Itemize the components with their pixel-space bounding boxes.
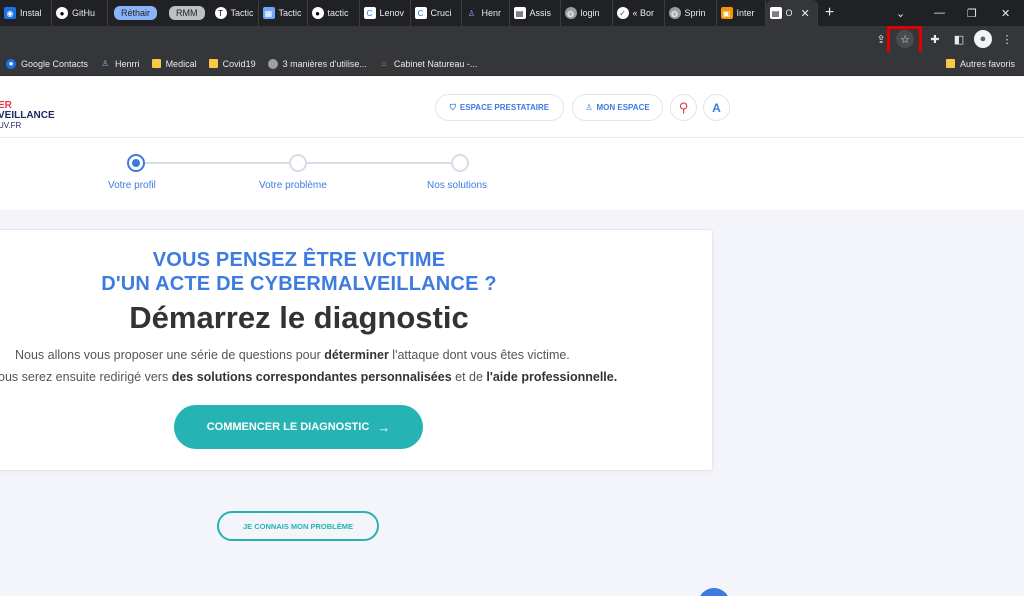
new-tab-button[interactable]: + xyxy=(818,4,842,22)
bookmark-item[interactable]: ● Google Contacts xyxy=(0,58,94,69)
close-tab-icon[interactable]: ✕ xyxy=(801,7,810,20)
tab-active[interactable]: ▤ O ✕ xyxy=(765,0,818,26)
tab[interactable]: ✓ « Bor xyxy=(613,0,665,26)
other-bookmarks-folder[interactable]: Autres favoris xyxy=(940,59,1021,69)
tab-search-icon[interactable]: ⌄ xyxy=(896,0,912,26)
tab[interactable]: C Lenov xyxy=(360,0,411,26)
my-space-button[interactable]: ♙ MON ESPACE xyxy=(572,94,663,121)
folder-icon xyxy=(208,59,218,68)
tab[interactable]: T Tactic xyxy=(211,0,259,26)
image-icon: ▣ xyxy=(720,7,733,19)
card-description-line1: Nous allons vous proposer une série de q… xyxy=(15,348,570,362)
tab[interactable]: ▦ Tactic xyxy=(259,0,308,26)
minimize-button[interactable]: — xyxy=(934,0,945,26)
card-description-line2: ous serez ensuite redirigé vers des solu… xyxy=(0,370,618,384)
bookmark-folder[interactable]: Medical xyxy=(146,59,203,69)
tab[interactable]: ● tactic xyxy=(308,0,360,26)
globe-icon: ◍ xyxy=(668,7,681,19)
t-icon: T xyxy=(214,7,227,19)
card-subtitle-line2: D'UN ACTE DE CYBERMALVEILLANCE ? xyxy=(101,273,497,295)
doc-icon: ▤ xyxy=(769,7,782,19)
tab-group-rmm[interactable]: RMM xyxy=(163,0,211,26)
check-icon: ✓ xyxy=(616,7,629,19)
tab[interactable]: ◉ Instal xyxy=(0,0,52,26)
tab-strip: ◉ Instal ● GitHu Réthair RMM T Tactic ▦ … xyxy=(0,0,1024,26)
browser-toolbar xyxy=(0,26,1024,52)
profile-avatar[interactable]: ● xyxy=(974,30,992,48)
bookmark-item[interactable]: 3 manières d'utilise... xyxy=(262,58,373,69)
bookmark-item[interactable]: ⌂ Cabinet Natureau -... xyxy=(373,59,484,69)
site-logo[interactable]: ER VEILLANCE UV.FR xyxy=(0,101,55,131)
contacts-icon: ● xyxy=(6,58,16,69)
know-my-problem-button[interactable]: JE CONNAIS MON PROBLÈME xyxy=(217,511,379,541)
user-icon: ♙ xyxy=(585,103,593,112)
bookmark-folder[interactable]: Covid19 xyxy=(203,59,262,69)
web-page: ER VEILLANCE UV.FR ⛉ ESPACE PRESTATAIRE … xyxy=(0,76,1024,596)
side-panel-icon[interactable]: ◧ xyxy=(950,30,968,48)
c-icon: C xyxy=(414,7,427,19)
arrow-right-icon: → xyxy=(377,419,391,435)
restore-button[interactable]: ❐ xyxy=(967,0,977,26)
step-dot xyxy=(289,154,307,172)
provider-space-button[interactable]: ⛉ ESPACE PRESTATAIRE xyxy=(435,94,564,121)
tab[interactable]: ♙ Henr xyxy=(462,0,510,26)
close-window-button[interactable]: ✕ xyxy=(1001,0,1010,26)
tab[interactable]: C Cruci xyxy=(411,0,462,26)
step-dot xyxy=(451,154,469,172)
extensions-icon[interactable]: ✚ xyxy=(926,30,944,48)
floating-action-button[interactable] xyxy=(698,588,730,596)
card-subtitle-line1: VOUS PENSEZ ÊTRE VICTIME xyxy=(152,249,446,271)
step-dot-active xyxy=(127,154,145,172)
tab[interactable]: ▣ Inter xyxy=(717,0,766,26)
person-icon: ♙ xyxy=(467,8,476,18)
diagnostic-card: VOUS PENSEZ ÊTRE VICTIME D'UN ACTE DE CY… xyxy=(0,229,713,471)
shield-icon: ⛉ xyxy=(449,102,456,112)
accessibility-button[interactable]: A xyxy=(703,94,730,121)
diagnostic-stepper: Votre profil Votre problème Nos solution… xyxy=(0,138,1024,210)
person-icon: ♙ xyxy=(101,59,109,68)
globe-icon xyxy=(267,58,278,69)
page-title: Démarrez le diagnostic xyxy=(129,300,469,335)
tab[interactable]: ◍ Sprin xyxy=(665,0,717,26)
tab[interactable]: ▤ Assis xyxy=(510,0,561,26)
search-icon: ⚲ xyxy=(678,99,689,115)
edge-icon: ◉ xyxy=(4,7,16,19)
kebab-menu-icon[interactable]: ⋮ xyxy=(998,30,1016,48)
folder-icon xyxy=(946,59,955,68)
home-icon: ⌂ xyxy=(381,59,387,68)
step-label-profile: Votre profil xyxy=(108,180,156,191)
step-label-solutions: Nos solutions xyxy=(427,180,488,191)
github-icon: ● xyxy=(311,7,324,19)
tab[interactable]: ● GitHu xyxy=(52,0,108,26)
bookmarks-bar: ● Google Contacts ♙ Henrri Medical Covid… xyxy=(0,52,1024,76)
doc-icon: ▤ xyxy=(513,7,526,19)
site-header: ER VEILLANCE UV.FR ⛉ ESPACE PRESTATAIRE … xyxy=(0,76,1024,138)
tab[interactable]: ◍ login xyxy=(561,0,613,26)
start-diagnostic-button[interactable]: COMMENCER LE DIAGNOSTIC → xyxy=(174,405,423,449)
c-icon: C xyxy=(363,7,376,19)
tab-group-rethair[interactable]: Réthair xyxy=(108,0,163,26)
search-button[interactable]: ⚲ xyxy=(670,94,697,121)
bookmark-item[interactable]: ♙ Henrri xyxy=(94,59,146,69)
step-label-problem: Votre problème xyxy=(259,180,327,191)
grid-icon: ▦ xyxy=(262,7,275,19)
globe-icon: ◍ xyxy=(564,7,577,19)
step-connector xyxy=(145,162,289,164)
github-icon: ● xyxy=(56,7,68,19)
folder-icon xyxy=(151,59,161,68)
step-connector xyxy=(307,162,451,164)
